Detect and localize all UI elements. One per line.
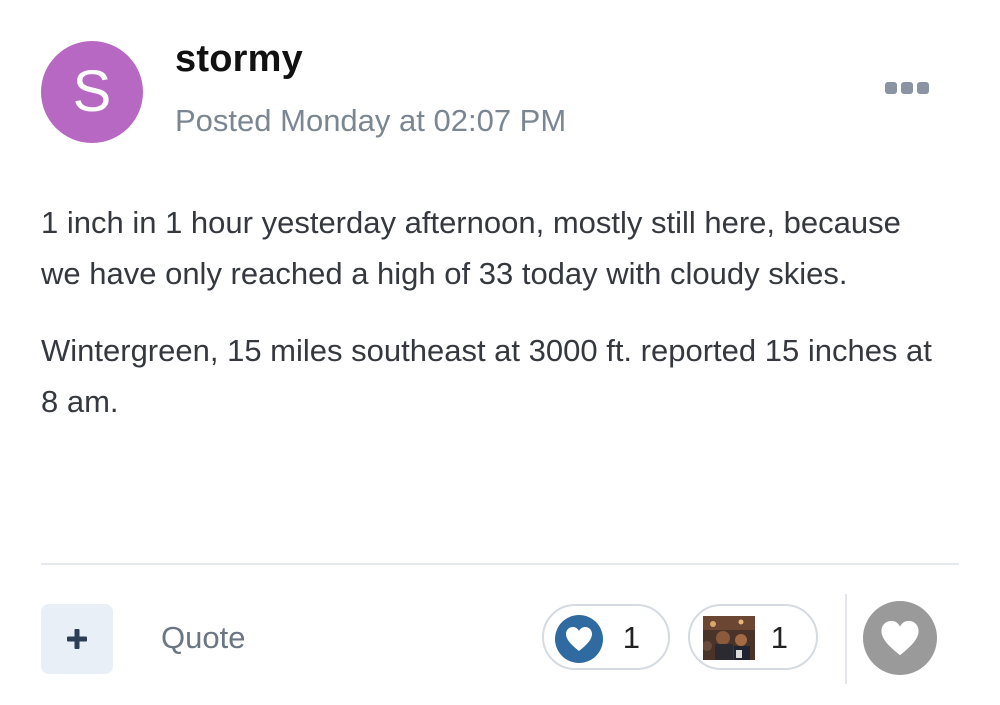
multiquote-button[interactable] — [41, 604, 113, 674]
reaction-like[interactable]: 1 — [542, 604, 670, 670]
reaction-count: 1 — [622, 620, 640, 655]
ellipsis-icon-dot — [901, 82, 913, 94]
plus-icon — [67, 629, 87, 649]
photo-reaction-icon — [703, 616, 755, 660]
reaction-photo[interactable]: 1 — [688, 604, 818, 670]
post-paragraph: 1 inch in 1 hour yesterday afternoon, mo… — [41, 205, 901, 291]
post-paragraph: Wintergreen, 15 miles southeast at 3000 … — [41, 333, 932, 419]
quote-button[interactable]: Quote — [161, 620, 245, 656]
avatar-letter: S — [72, 59, 112, 124]
post-timestamp[interactable]: Posted Monday at 02:07 PM — [175, 103, 566, 139]
divider-vertical — [845, 594, 847, 684]
more-options-button[interactable] — [880, 76, 934, 100]
author-name[interactable]: stormy — [175, 38, 303, 81]
like-heart-icon — [555, 615, 603, 663]
reaction-count: 1 — [770, 620, 788, 655]
avatar[interactable]: S — [41, 41, 143, 143]
react-button[interactable] — [863, 601, 937, 675]
post-content: 1 inch in 1 hour yesterday afternoon, mo… — [41, 197, 941, 453]
divider — [41, 563, 959, 565]
ellipsis-icon — [885, 82, 897, 94]
ellipsis-icon-dot — [917, 82, 929, 94]
heart-icon — [881, 620, 919, 656]
